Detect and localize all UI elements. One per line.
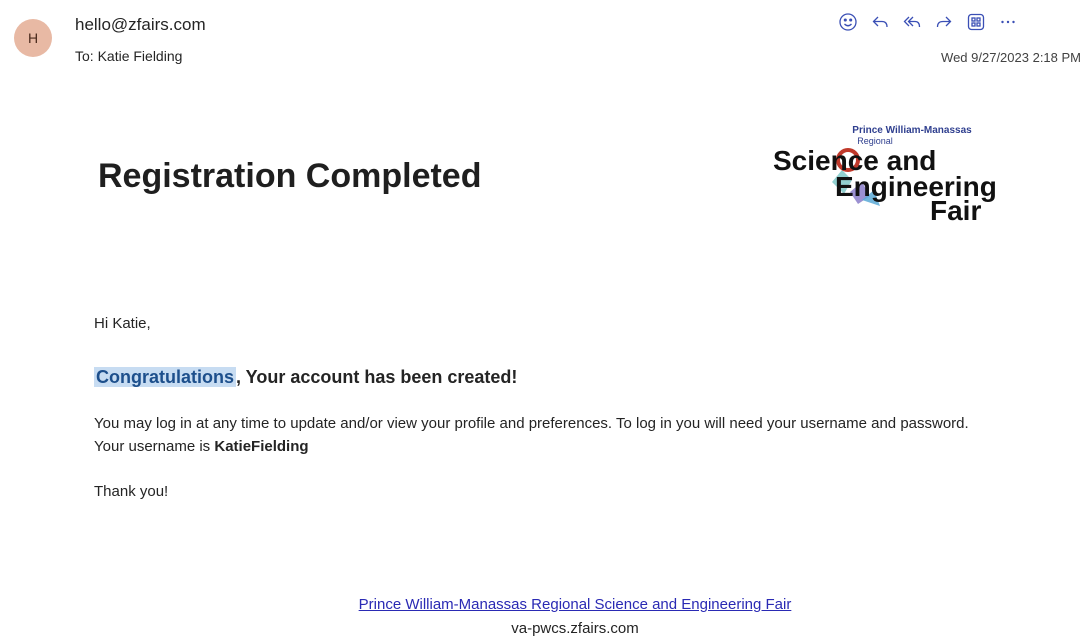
closing: Thank you! xyxy=(94,483,169,500)
apps-icon[interactable] xyxy=(960,8,992,36)
reply-icon[interactable] xyxy=(864,8,896,36)
science-fair-logo: Prince William-Manassas Regional Science… xyxy=(773,125,997,226)
body-paragraph: You may log in at any time to update and… xyxy=(94,412,994,458)
recipient-line: To: Katie Fielding xyxy=(75,48,183,64)
message-toolbar xyxy=(832,8,1024,36)
footer-url: va-pwcs.zfairs.com xyxy=(511,620,639,637)
footer-link[interactable]: Prince William-Manassas Regional Science… xyxy=(0,596,1081,613)
reply-all-icon[interactable] xyxy=(896,8,928,36)
greeting: Hi Katie, xyxy=(94,315,151,332)
sender-address[interactable]: hello@zfairs.com xyxy=(75,15,206,35)
username: KatieFielding xyxy=(214,438,309,455)
more-icon[interactable] xyxy=(992,8,1024,36)
headline-text: , Your account has been created! xyxy=(236,367,518,387)
forward-icon[interactable] xyxy=(928,8,960,36)
avatar-initial: H xyxy=(27,30,39,46)
headline: Congratulations, Your account has been c… xyxy=(94,367,517,388)
sender-avatar[interactable]: H xyxy=(14,19,52,57)
logo-line1: Prince William-Manassas xyxy=(852,125,972,136)
sent-date: Wed 9/27/2023 2:18 PM xyxy=(941,50,1081,65)
emoji-icon[interactable] xyxy=(832,8,864,36)
email-title: Registration Completed xyxy=(98,157,482,195)
headline-highlighted-word[interactable]: Congratulations xyxy=(94,367,236,387)
logo-line5: Fair xyxy=(930,195,981,226)
